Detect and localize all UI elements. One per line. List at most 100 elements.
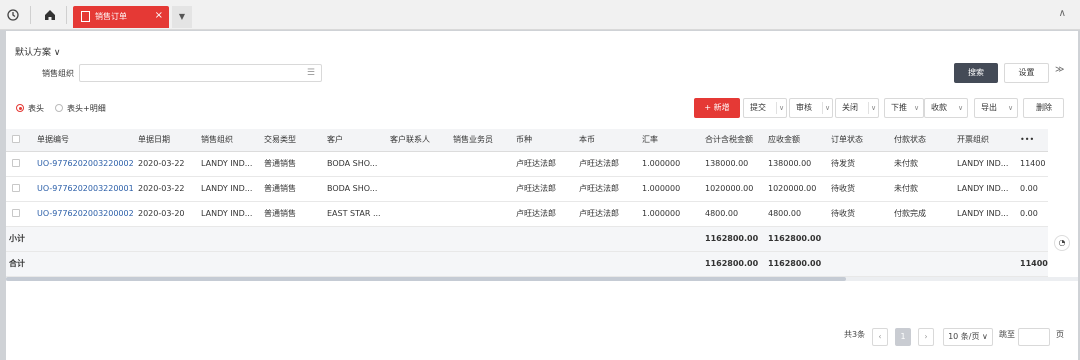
total-count: 共3条 <box>844 330 866 339</box>
table-cell: EAST STAR ... <box>323 201 386 227</box>
search-button[interactable]: 搜索 <box>954 63 998 83</box>
org-input[interactable]: ☰ <box>79 64 322 82</box>
scheme-selector[interactable]: 默认方案 ∨ <box>15 45 60 58</box>
table-cell: 未付款 <box>890 151 953 177</box>
home-icon[interactable] <box>43 8 57 22</box>
row-checkbox[interactable] <box>6 176 33 202</box>
main-panel: 默认方案 ∨ 销售组织 ☰ 搜索 设置 ≫ 表头 表头+明细 + 新增 提交 ∨ … <box>6 31 1078 360</box>
push-button[interactable]: 下推 ∨ <box>884 98 924 118</box>
table-cell: 卢旺达法郎 <box>575 176 638 202</box>
table-cell: BODA SHO... <box>323 176 386 202</box>
table-cell: 付款完成 <box>890 201 953 227</box>
table-row[interactable]: UO-9776202003200002 2020-03-20 LANDY IND… <box>6 201 1048 227</box>
horizontal-scrollbar[interactable] <box>6 277 1078 281</box>
chevron-down-icon: ∨ <box>1008 104 1014 112</box>
push-label: 下推 <box>891 103 907 112</box>
goto-page-input[interactable] <box>1018 328 1050 346</box>
column-header[interactable]: 币种 <box>512 129 575 152</box>
radio-header-detail[interactable]: 表头+明细 <box>55 103 106 114</box>
table-cell: 1020000.00 <box>764 176 827 202</box>
column-header[interactable]: 单据编号 <box>33 129 134 152</box>
table-cell: 卢旺达法郎 <box>512 176 575 202</box>
table-cell: 2020-03-20 <box>134 201 197 227</box>
chevron-up-icon[interactable]: ∧ <box>1059 8 1066 19</box>
table-cell: 138000.00 <box>764 151 827 177</box>
table-cell: 待收货 <box>827 201 890 227</box>
next-page-button[interactable]: › <box>918 328 934 346</box>
radio-header[interactable]: 表头 <box>16 103 44 114</box>
chat-icon[interactable]: ◔ <box>1054 235 1070 251</box>
column-header[interactable]: 单据日期 <box>134 129 197 152</box>
subtotal-receivable: 1162800.00 <box>764 226 827 252</box>
select-all-checkbox[interactable] <box>6 129 33 152</box>
order-number-link[interactable]: UO-9776202003220001 <box>33 176 134 202</box>
export-button[interactable]: 导出 ∨ <box>974 98 1018 118</box>
column-header[interactable]: 应收金额 <box>764 129 827 152</box>
column-header[interactable]: 交易类型 <box>260 129 323 152</box>
radio-label: 表头+明细 <box>67 104 106 113</box>
table-cell: 普通销售 <box>260 176 323 202</box>
column-header[interactable]: 汇率 <box>638 129 701 152</box>
order-number-link[interactable]: UO-9776202003200002 <box>33 201 134 227</box>
audit-button[interactable]: 审核 ∨ <box>789 98 833 118</box>
total-receivable: 1162800.00 <box>764 251 827 277</box>
table-cell: 卢旺达法郎 <box>512 151 575 177</box>
page-number-button[interactable]: 1 <box>895 328 911 346</box>
column-header[interactable]: 销售业务员 <box>449 129 512 152</box>
settings-button[interactable]: 设置 <box>1004 63 1049 83</box>
column-header[interactable]: 开票组织 <box>953 129 1016 152</box>
tab-label: 销售订单 <box>95 12 127 21</box>
close-icon[interactable]: × <box>155 10 163 21</box>
delete-label: 删除 <box>1036 103 1052 112</box>
add-button[interactable]: + 新增 <box>694 98 740 118</box>
page-unit-label: 页 <box>1056 330 1064 339</box>
close-button[interactable]: 关闭 ∨ <box>835 98 879 118</box>
row-checkbox[interactable] <box>6 151 33 177</box>
table-cell <box>386 201 449 227</box>
table-cell <box>449 176 512 202</box>
table-cell <box>449 201 512 227</box>
audit-label: 审核 <box>796 103 812 112</box>
column-header[interactable]: 付款状态 <box>890 129 953 152</box>
chevron-down-icon: ∨ <box>779 104 785 112</box>
total-extra: 11400 <box>1016 251 1048 277</box>
chevron-double-down-icon[interactable]: ≫ <box>1055 65 1064 75</box>
tab-sales-order[interactable]: 销售订单 × <box>73 6 169 28</box>
receipt-button[interactable]: 收款 ∨ <box>924 98 968 118</box>
history-icon[interactable] <box>6 8 20 22</box>
table-cell <box>827 226 1048 252</box>
delete-button[interactable]: 删除 <box>1023 98 1064 118</box>
column-header[interactable]: 本币 <box>575 129 638 152</box>
table-row[interactable]: UO-9776202003220002 2020-03-22 LANDY IND… <box>6 151 1048 177</box>
radio-label: 表头 <box>28 104 44 113</box>
column-header[interactable]: 销售组织 <box>197 129 260 152</box>
radio-dot-icon <box>55 104 63 112</box>
table-cell: 卢旺达法郎 <box>575 201 638 227</box>
list-icon[interactable]: ☰ <box>307 68 315 78</box>
order-number-link[interactable]: UO-9776202003220002 <box>33 151 134 177</box>
column-header[interactable]: 客户联系人 <box>386 129 449 152</box>
chevron-down-icon: ∨ <box>914 104 920 112</box>
org-label: 销售组织 <box>42 69 74 78</box>
more-columns-icon[interactable]: ••• <box>1016 129 1048 152</box>
table-cell: 1.000000 <box>638 151 701 177</box>
table-cell: 待收货 <box>827 176 890 202</box>
submit-button[interactable]: 提交 ∨ <box>743 98 787 118</box>
scrollbar-thumb[interactable] <box>6 277 846 281</box>
page-size-select[interactable]: 10 条/页 ∨ <box>943 328 993 346</box>
subtotal-label: 小计 <box>6 226 701 252</box>
column-header[interactable]: 订单状态 <box>827 129 890 152</box>
subtotal-amount: 1162800.00 <box>701 226 764 252</box>
table-row[interactable]: UO-9776202003220001 2020-03-22 LANDY IND… <box>6 176 1048 202</box>
table-cell: 0.00 <box>1016 176 1048 202</box>
row-checkbox[interactable] <box>6 201 33 227</box>
prev-page-button[interactable]: ‹ <box>872 328 888 346</box>
tab-dropdown-button[interactable]: ▼ <box>172 6 192 28</box>
table-cell: 2020-03-22 <box>134 176 197 202</box>
column-header[interactable]: 客户 <box>323 129 386 152</box>
table-cell: 11400 <box>1016 151 1048 177</box>
table-cell <box>827 251 1016 277</box>
column-header[interactable]: 合计含税金额 <box>701 129 764 152</box>
table-cell: 1.000000 <box>638 176 701 202</box>
table-cell <box>386 151 449 177</box>
